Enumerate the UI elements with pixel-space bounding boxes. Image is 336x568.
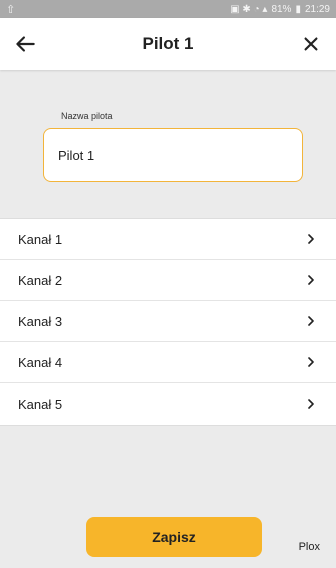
chevron-right-icon bbox=[308, 399, 314, 409]
chevron-right-icon bbox=[308, 316, 314, 326]
app-bar: Pilot 1 bbox=[0, 18, 336, 70]
channel-label: Kanał 1 bbox=[18, 231, 63, 247]
channel-label: Kanał 4 bbox=[18, 354, 63, 370]
channel-list: Kanał 1 Kanał 2 Kanał 3 Kanał 4 Kanał 5 bbox=[0, 218, 336, 426]
save-button[interactable]: Zapisz bbox=[86, 517, 262, 557]
notification-icons: ▣ ✱ ◔ ▴ bbox=[230, 3, 268, 15]
battery-level: 81% bbox=[271, 3, 292, 15]
status-bar: ⇧ ▣ ✱ ◔ ▴ 81% ▮ 21:29 bbox=[0, 0, 336, 18]
close-icon[interactable] bbox=[298, 31, 324, 57]
battery-icon: ▮ bbox=[295, 3, 301, 15]
channel-item-3[interactable]: Kanał 3 bbox=[0, 301, 336, 342]
page-title: Pilot 1 bbox=[142, 34, 194, 53]
chevron-right-icon bbox=[308, 234, 314, 244]
chevron-right-icon bbox=[308, 275, 314, 285]
arrow-left-icon[interactable] bbox=[12, 31, 38, 57]
pilot-name-label: Nazwa pilota bbox=[61, 111, 113, 121]
channel-item-2[interactable]: Kanał 2 bbox=[0, 260, 336, 301]
channel-label: Kanał 3 bbox=[18, 313, 63, 329]
chevron-right-icon bbox=[308, 357, 314, 367]
brand-logo: Plox bbox=[298, 541, 320, 553]
channel-item-1[interactable]: Kanał 1 bbox=[0, 219, 336, 260]
channel-item-4[interactable]: Kanał 4 bbox=[0, 342, 336, 383]
channel-label: Kanał 2 bbox=[18, 272, 63, 288]
channel-item-5[interactable]: Kanał 5 bbox=[0, 383, 336, 425]
upload-icon: ⇧ bbox=[6, 3, 16, 16]
pilot-name-input[interactable]: Pilot 1 bbox=[43, 128, 303, 182]
clock: 21:29 bbox=[304, 3, 330, 15]
channel-label: Kanał 5 bbox=[18, 396, 63, 412]
